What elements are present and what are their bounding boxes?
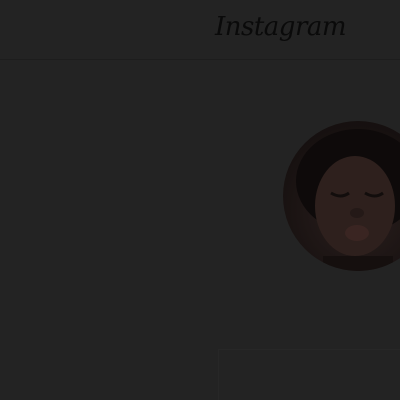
instagram-logo[interactable]: Instagram <box>215 12 347 42</box>
bottom-panel <box>218 349 400 400</box>
instagram-page: Instagram <box>0 0 400 400</box>
top-navigation-bar: Instagram <box>0 0 400 60</box>
